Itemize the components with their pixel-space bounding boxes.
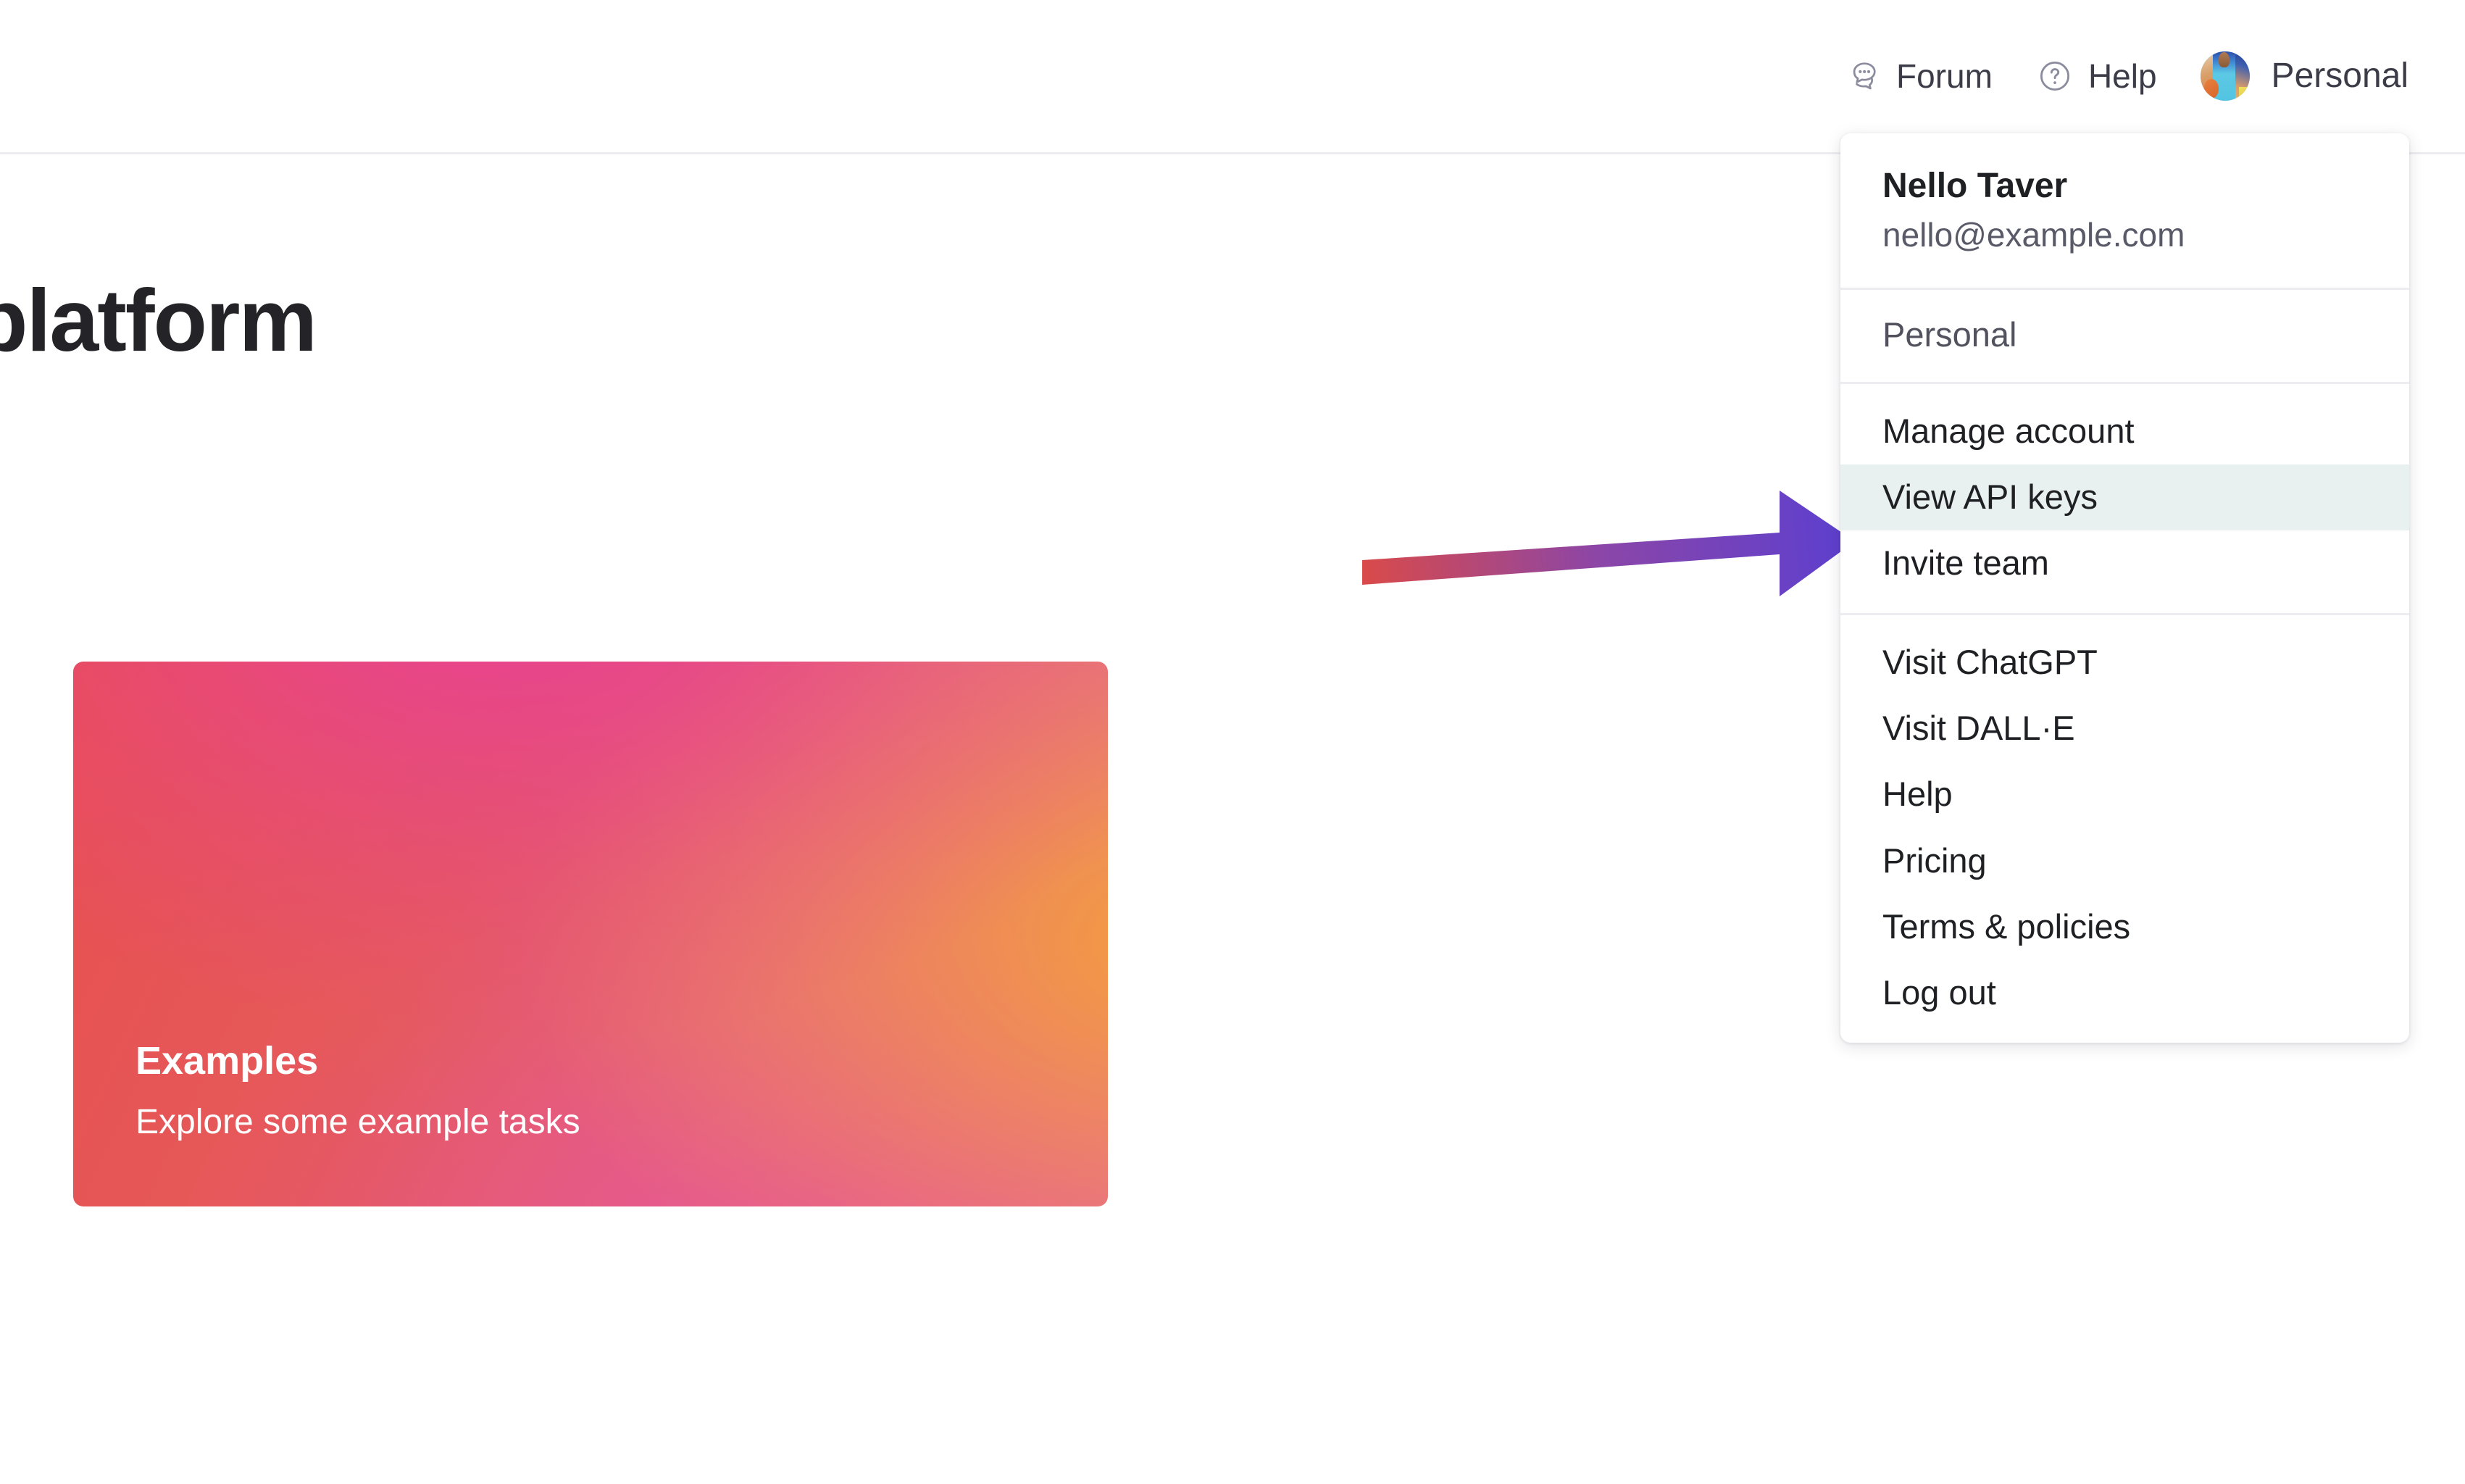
card-subtitle: Explore some example tasks (135, 1103, 580, 1141)
menu-item-view-api-keys[interactable]: View API keys (1840, 464, 2409, 531)
menu-item-invite-team[interactable]: Invite team (1840, 530, 2409, 596)
menu-org-section[interactable]: Personal (1840, 290, 2409, 381)
avatar (2200, 51, 2250, 101)
menu-org-label: Personal (1882, 315, 2017, 354)
menu-identity-block: Nello Taver nello@example.com (1840, 133, 2409, 288)
forum-label: Forum (1896, 57, 1993, 95)
help-label: Help (2087, 57, 2157, 95)
account-label: Personal (2271, 57, 2408, 95)
annotation-arrow (1362, 475, 1855, 612)
card-text-block: Examples Explore some example tasks (135, 1041, 580, 1140)
account-dropdown-menu: Nello Taver nello@example.com Personal M… (1840, 133, 2409, 1043)
header-actions: Forum Help Personal (1822, 0, 2416, 152)
menu-item-terms-policies[interactable]: Terms & policies (1840, 894, 2409, 960)
menu-item-visit-dalle[interactable]: Visit DALL·E (1840, 696, 2409, 762)
menu-item-log-out[interactable]: Log out (1840, 960, 2409, 1026)
forum-link[interactable]: Forum (1822, 57, 2014, 95)
menu-item-pricing[interactable]: Pricing (1840, 828, 2409, 894)
menu-user-email: nello@example.com (1882, 215, 2185, 254)
menu-group-account: Manage account View API keys Invite team (1840, 384, 2409, 613)
account-menu-trigger[interactable]: Personal (2179, 51, 2416, 101)
menu-user-name: Nello Taver (1882, 167, 2068, 205)
examples-card[interactable]: Examples Explore some example tasks (73, 662, 1108, 1206)
top-header-bar: Forum Help Personal (0, 0, 2465, 154)
menu-item-visit-chatgpt[interactable]: Visit ChatGPT (1840, 630, 2409, 696)
help-link[interactable]: Help (2014, 57, 2179, 95)
menu-group-links: Visit ChatGPT Visit DALL·E Help Pricing … (1840, 615, 2409, 1043)
page-title: platform (0, 271, 317, 370)
menu-item-manage-account[interactable]: Manage account (1840, 399, 2409, 464)
menu-item-help[interactable]: Help (1840, 762, 2409, 828)
card-title: Examples (135, 1039, 319, 1083)
question-circle-icon (2036, 57, 2074, 95)
chat-bubbles-icon (1844, 57, 1882, 95)
